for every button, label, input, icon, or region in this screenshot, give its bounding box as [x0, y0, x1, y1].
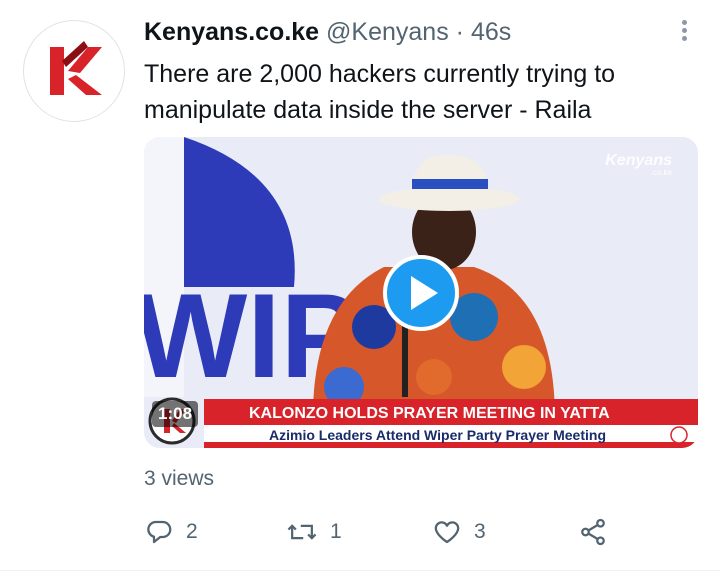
author-handle[interactable]: @Kenyans — [326, 18, 449, 46]
tweet-actions: 2 1 3 — [144, 512, 704, 552]
author-avatar[interactable] — [23, 20, 125, 122]
tweet-card[interactable]: Kenyans.co.ke @Kenyans · 46s There are 2… — [0, 0, 720, 574]
channel-watermark: Kenyans — [605, 152, 672, 169]
share-button[interactable] — [578, 512, 608, 552]
video-thumbnail: WIPER Kenyans .co.ke KALONZO HOLDS — [144, 137, 698, 448]
reply-count: 2 — [186, 520, 198, 543]
share-icon — [581, 518, 605, 546]
like-count: 3 — [474, 520, 486, 543]
author-name[interactable]: Kenyans.co.ke — [144, 18, 319, 46]
heart-icon — [434, 521, 460, 544]
tweet-header: Kenyans.co.ke @Kenyans · 46s — [144, 16, 511, 48]
view-count[interactable]: 3 views — [144, 467, 214, 491]
more-options-icon[interactable] — [674, 20, 694, 46]
retweet-count: 1 — [330, 520, 342, 543]
video-duration: 1:08 — [152, 401, 199, 427]
video-player[interactable]: WIPER Kenyans .co.ke KALONZO HOLDS — [144, 137, 698, 448]
reply-button[interactable]: 2 — [144, 512, 198, 552]
separator-dot: · — [455, 18, 464, 46]
lower-third-headline: KALONZO HOLDS PRAYER MEETING IN YATTA — [249, 405, 610, 422]
channel-watermark-sub: .co.ke — [651, 168, 673, 177]
like-button[interactable]: 3 — [432, 512, 486, 552]
tweet-text: There are 2,000 hackers currently trying… — [144, 60, 616, 124]
lower-third-subheadline: Azimio Leaders Attend Wiper Party Prayer… — [269, 427, 606, 443]
retweet-button[interactable]: 1 — [286, 512, 342, 552]
tweet-timestamp[interactable]: 46s — [471, 18, 511, 46]
divider — [0, 570, 720, 571]
reply-icon — [147, 520, 172, 544]
retweet-icon — [287, 524, 317, 540]
kenyans-logo-icon — [34, 31, 114, 111]
